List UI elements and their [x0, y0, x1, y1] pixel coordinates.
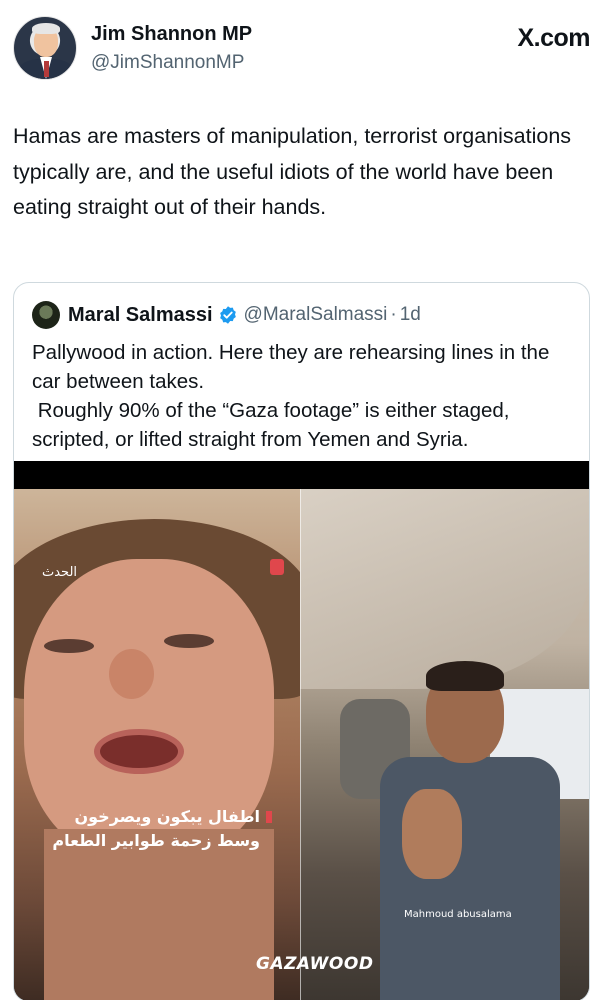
dot-separator: · — [390, 304, 397, 325]
man-press-vest — [380, 757, 560, 1000]
author-name[interactable]: Jim Shannon MP — [91, 23, 252, 46]
quoted-author-name[interactable]: Maral Salmassi — [68, 304, 213, 327]
quoted-tweet-video[interactable]: الحدث اطفال يبكون ويصرخون وسط زحمة طوابي… — [14, 461, 589, 1000]
caption-marker-icon — [266, 811, 272, 823]
caption-line-2: وسط زحمة طوابير الطعام — [52, 831, 260, 850]
author-handle[interactable]: @JimShannonMP — [91, 52, 244, 74]
quoted-tweet-text: Pallywood in action. Here they are rehea… — [32, 341, 550, 451]
quoted-tweet-time[interactable]: 1d — [400, 304, 421, 326]
girl-mouth — [94, 729, 184, 774]
girl-nose — [109, 649, 154, 699]
girl-eye-left — [44, 639, 94, 653]
verified-badge-icon — [219, 306, 236, 324]
video-split-divider — [300, 489, 301, 1000]
video-watermark: GAZAWOOD — [256, 954, 374, 974]
x-logo: X.com — [517, 24, 590, 52]
quoted-author-avatar[interactable] — [32, 301, 60, 329]
car-roof — [300, 489, 589, 689]
quoted-tweet-header: Maral Salmassi @MaralSalmassi · 1d — [32, 301, 421, 329]
quoted-author-handle[interactable]: @MaralSalmassi — [244, 304, 388, 326]
quoted-tweet-card[interactable]: Maral Salmassi @MaralSalmassi · 1d Pally… — [13, 282, 590, 1000]
tweet-text: Hamas are masters of manipulation, terro… — [13, 124, 572, 219]
avatar-tie — [44, 61, 49, 77]
video-left-panel: الحدث اطفال يبكون ويصرخون وسط زحمة طوابي… — [14, 489, 300, 1000]
man-hand — [402, 789, 462, 879]
avatar-hair — [32, 23, 60, 34]
author-avatar[interactable] — [13, 16, 77, 80]
tweet-header: Jim Shannon MP @JimShannonMP X.com — [13, 16, 590, 86]
channel-tag: الحدث — [42, 565, 78, 580]
video-right-panel: Mahmoud abusalama — [300, 489, 589, 1000]
video-name-caption: Mahmoud abusalama — [404, 909, 512, 920]
caption-line-1: اطفال يبكون ويصرخون — [74, 807, 260, 826]
video-caption-arabic: اطفال يبكون ويصرخون وسط زحمة طوابير الطع… — [52, 805, 272, 853]
girl-neck — [44, 829, 274, 1000]
girl-eye-right — [164, 634, 214, 648]
location-pin-icon — [270, 559, 284, 575]
man-hair — [426, 661, 504, 691]
